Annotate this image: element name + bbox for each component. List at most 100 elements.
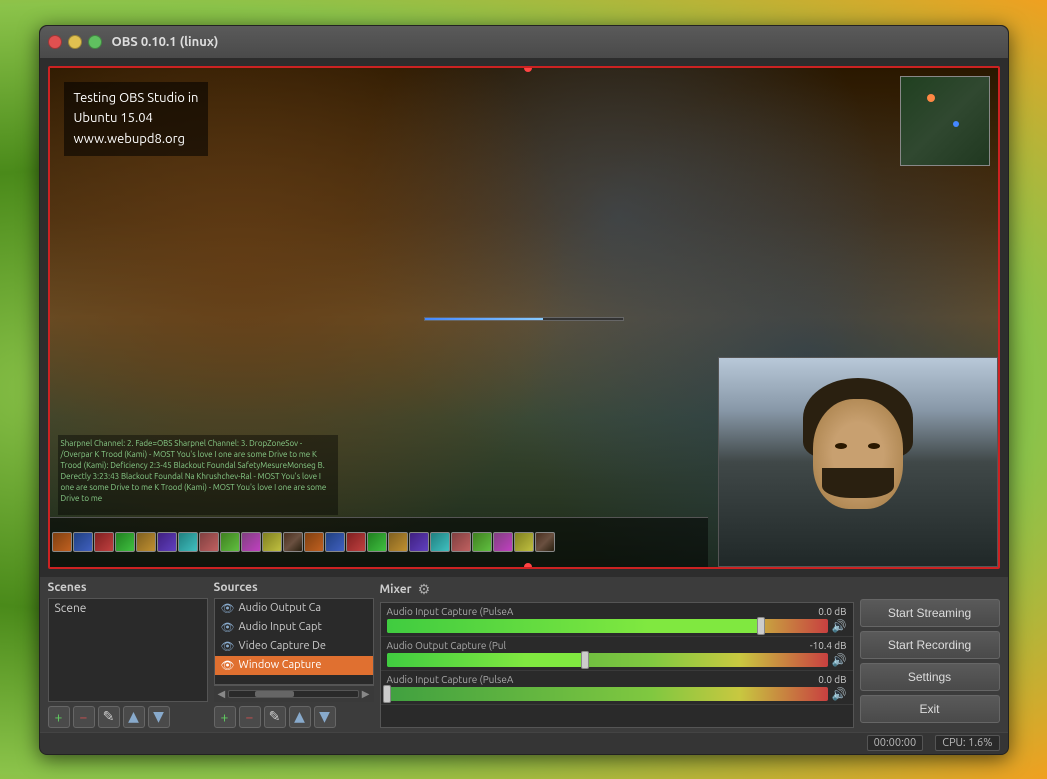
channel-3-mute-icon[interactable]: 🔊 <box>832 687 847 701</box>
app-window: OBS 0.10.1 (linux) Testing OBS Studio in… <box>39 25 1009 755</box>
add-source-button[interactable]: + <box>214 706 236 728</box>
channel-3-name: Audio Input Capture (PulseA <box>387 674 514 685</box>
mixer-settings-icon[interactable]: ⚙ <box>418 581 431 598</box>
source-item-audio-input[interactable]: 👁 Audio Input Capt <box>215 618 373 637</box>
channel-2-name: Audio Output Capture (Pul <box>387 640 507 651</box>
minimize-button[interactable] <box>68 35 82 49</box>
channel-2-mute-icon[interactable]: 🔊 <box>832 653 847 667</box>
channel-3-fader[interactable] <box>387 687 828 701</box>
visibility-icon: 👁 <box>221 621 235 634</box>
mixer-label: Mixer <box>380 583 412 596</box>
source-name: Video Capture De <box>238 640 326 652</box>
game-actionbar <box>50 517 708 567</box>
channel-2-slider-row: 🔊 <box>387 653 847 667</box>
action-icon <box>472 532 492 552</box>
action-icon <box>52 532 72 552</box>
close-button[interactable] <box>48 35 62 49</box>
overlay-line3: www.webupd8.org <box>74 129 199 150</box>
channel-2-fader[interactable] <box>387 653 828 667</box>
channel-3-thumb[interactable] <box>383 685 391 703</box>
scene-list[interactable]: Scene <box>48 598 208 702</box>
channel-3-db: 0.0 dB <box>818 674 846 685</box>
maximize-button[interactable] <box>88 35 102 49</box>
action-icon <box>220 532 240 552</box>
channel-1-db: 0.0 dB <box>818 606 846 617</box>
remove-source-button[interactable]: − <box>239 706 261 728</box>
settings-button[interactable]: Settings <box>860 663 1000 691</box>
scene-down-button[interactable]: ▼ <box>148 706 170 728</box>
scenes-label: Scenes <box>48 581 208 594</box>
scenes-controls: + − ✎ ▲ ▼ <box>48 706 208 728</box>
scene-up-button[interactable]: ▲ <box>123 706 145 728</box>
window-controls <box>48 35 102 49</box>
scroll-thumb <box>255 691 294 697</box>
mixer-header: Mixer ⚙ <box>380 581 854 598</box>
source-up-button[interactable]: ▲ <box>289 706 311 728</box>
visibility-icon: 👁 <box>221 640 235 653</box>
exit-button[interactable]: Exit <box>860 695 1000 723</box>
action-icon <box>388 532 408 552</box>
edit-scene-button[interactable]: ✎ <box>98 706 120 728</box>
channel-1-mute-icon[interactable]: 🔊 <box>832 619 847 633</box>
visibility-icon: 👁 <box>221 602 235 615</box>
start-streaming-button[interactable]: Start Streaming <box>860 599 1000 627</box>
source-name: Audio Output Ca <box>238 602 321 614</box>
webcam-feed <box>719 358 997 566</box>
channel-1-thumb[interactable] <box>757 617 765 635</box>
source-scrollbar: ◀ ▶ <box>214 685 374 702</box>
source-item-window-capture[interactable]: 👁 Window Capture <box>215 656 373 675</box>
mixer-channel-1: Audio Input Capture (PulseA 0.0 dB 🔊 <box>381 603 853 637</box>
start-recording-button[interactable]: Start Recording <box>860 631 1000 659</box>
scenes-panel: Scenes Scene + − ✎ ▲ ▼ <box>48 581 208 728</box>
game-preview: Testing OBS Studio in Ubuntu 15.04 www.w… <box>50 68 998 567</box>
mixer-panel: Mixer ⚙ Audio Input Capture (PulseA 0.0 … <box>380 581 854 728</box>
channel-2-label: Audio Output Capture (Pul -10.4 dB <box>387 640 847 651</box>
action-icon <box>241 532 261 552</box>
source-item-audio-output[interactable]: 👁 Audio Output Ca <box>215 599 373 618</box>
edit-source-button[interactable]: ✎ <box>264 706 286 728</box>
action-buttons: Start Streaming Start Recording Settings… <box>860 581 1000 728</box>
action-icon <box>115 532 135 552</box>
mixer-channel-2: Audio Output Capture (Pul -10.4 dB 🔊 <box>381 637 853 671</box>
source-item-video-capture[interactable]: 👁 Video Capture De <box>215 637 373 656</box>
action-icon <box>409 532 429 552</box>
action-icon <box>325 532 345 552</box>
status-bar: 00:00:00 CPU: 1.6% <box>40 732 1008 754</box>
action-icon <box>304 532 324 552</box>
game-chat: Sharpnel Channel: 2. Fade=OBS Sharpnel C… <box>58 435 338 515</box>
scroll-track[interactable] <box>228 690 359 698</box>
action-icon <box>535 532 555 552</box>
overlay-text: Testing OBS Studio in Ubuntu 15.04 www.w… <box>64 82 209 156</box>
action-icon <box>199 532 219 552</box>
visibility-icon: 👁 <box>221 659 235 672</box>
add-scene-button[interactable]: + <box>48 706 70 728</box>
action-icon <box>451 532 471 552</box>
channel-2-thumb[interactable] <box>581 651 589 669</box>
window-title: OBS 0.10.1 (linux) <box>112 35 219 49</box>
action-icon <box>346 532 366 552</box>
preview-area: Testing OBS Studio in Ubuntu 15.04 www.w… <box>48 66 1000 569</box>
channel-1-fader[interactable] <box>387 619 828 633</box>
scroll-left-arrow[interactable]: ◀ <box>218 688 226 700</box>
remove-scene-button[interactable]: − <box>73 706 95 728</box>
scene-item[interactable]: Scene <box>49 599 207 618</box>
channel-2-fill <box>387 653 585 667</box>
source-name: Window Capture <box>238 659 321 671</box>
action-icon <box>514 532 534 552</box>
scroll-right-arrow[interactable]: ▶ <box>362 688 370 700</box>
action-icon <box>367 532 387 552</box>
main-content: Testing OBS Studio in Ubuntu 15.04 www.w… <box>40 58 1008 754</box>
channel-1-label: Audio Input Capture (PulseA 0.0 dB <box>387 606 847 617</box>
action-icon <box>157 532 177 552</box>
action-icon <box>430 532 450 552</box>
minimap <box>900 76 990 166</box>
sources-label: Sources <box>214 581 374 594</box>
sources-list[interactable]: 👁 Audio Output Ca 👁 Audio Input Capt 👁 V… <box>214 598 374 685</box>
action-icon <box>283 532 303 552</box>
title-bar: OBS 0.10.1 (linux) <box>40 26 1008 58</box>
source-name: Audio Input Capt <box>238 621 321 633</box>
source-down-button[interactable]: ▼ <box>314 706 336 728</box>
recording-timer: 00:00:00 <box>867 735 924 751</box>
webcam-overlay <box>718 357 998 567</box>
action-icon <box>262 532 282 552</box>
